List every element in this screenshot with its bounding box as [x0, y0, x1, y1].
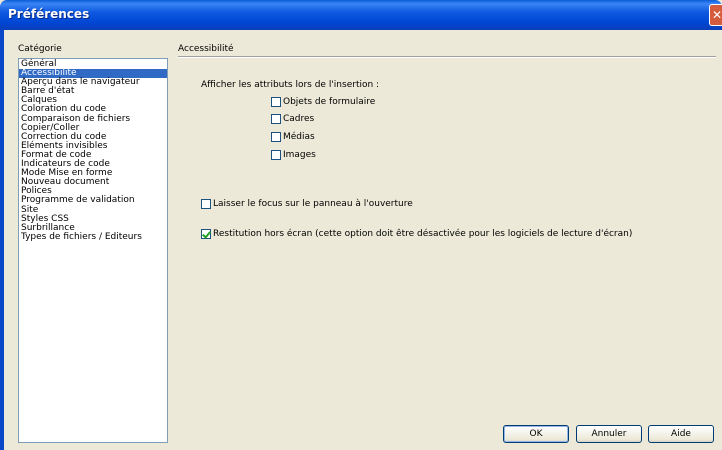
- close-icon[interactable]: ✕: [709, 4, 722, 26]
- help-button[interactable]: Aide: [648, 425, 714, 443]
- category-label: Catégorie: [18, 44, 62, 54]
- category-item[interactable]: Programme de validation: [19, 196, 167, 205]
- checkbox-box[interactable]: [271, 97, 281, 107]
- category-list[interactable]: Général Accessibilité Aperçu dans le nav…: [18, 58, 168, 443]
- checkbox-box[interactable]: [201, 199, 211, 209]
- checkbox-box[interactable]: [271, 132, 281, 142]
- panel-divider-highlight: [178, 57, 716, 58]
- preferences-dialog: Préférences ✕ Catégorie Général Accessib…: [0, 0, 722, 450]
- checkbox-label: Images: [283, 150, 316, 160]
- checkbox-label: Objets de formulaire: [283, 97, 376, 107]
- checkbox-offscreen-rendering[interactable]: Restitution hors écran (cette option doi…: [201, 229, 632, 239]
- panel-title: Accessibilité: [178, 44, 234, 54]
- cancel-button[interactable]: Annuler: [576, 425, 642, 443]
- checkbox-label: Laisser le focus sur le panneau à l'ouve…: [213, 199, 413, 209]
- checkbox-box[interactable]: [271, 114, 281, 124]
- checkbox-box[interactable]: [201, 229, 211, 239]
- category-item[interactable]: Types de fichiers / Editeurs: [19, 232, 167, 242]
- title-bar: Préférences ✕: [0, 0, 722, 30]
- ok-button[interactable]: OK: [503, 425, 569, 443]
- window-frame: [0, 30, 4, 450]
- checkbox-media[interactable]: Médias: [271, 132, 315, 142]
- window-title: Préférences: [8, 7, 90, 21]
- insert-attributes-heading: Afficher les attributs lors de l'inserti…: [201, 80, 380, 90]
- checkbox-label: Cadres: [283, 114, 315, 124]
- checkbox-form-objects[interactable]: Objets de formulaire: [271, 97, 375, 107]
- checkbox-frames[interactable]: Cadres: [271, 114, 314, 124]
- checkbox-box[interactable]: [271, 150, 281, 160]
- checkbox-label: Restitution hors écran (cette option doi…: [213, 229, 633, 239]
- checkbox-keep-focus[interactable]: Laisser le focus sur le panneau à l'ouve…: [201, 199, 413, 209]
- checkbox-images[interactable]: Images: [271, 150, 316, 160]
- checkbox-label: Médias: [283, 132, 315, 142]
